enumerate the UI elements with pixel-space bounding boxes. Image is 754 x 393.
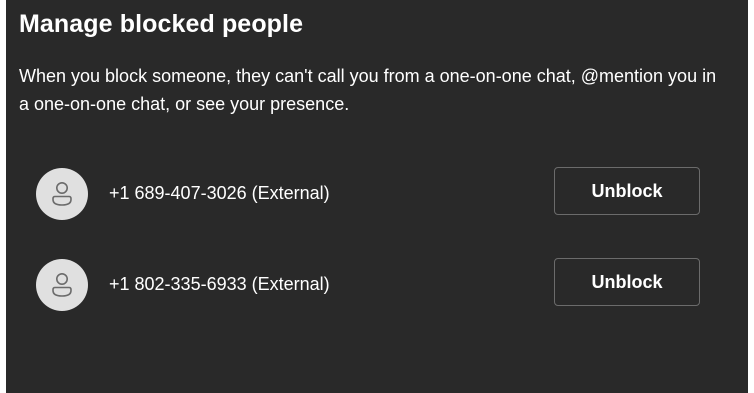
person-icon bbox=[52, 273, 72, 297]
page-title: Manage blocked people bbox=[19, 10, 304, 38]
blocked-contact-row: +1 802-335-6933 (External) Unblock bbox=[36, 258, 701, 311]
person-icon bbox=[52, 182, 72, 206]
avatar bbox=[36, 168, 88, 220]
unblock-button[interactable]: Unblock bbox=[554, 167, 700, 215]
manage-blocked-people-panel: Manage blocked people When you block som… bbox=[6, 0, 748, 393]
avatar bbox=[36, 259, 88, 311]
blocked-description: When you block someone, they can't call … bbox=[19, 66, 717, 114]
blocked-contact-number: +1 802-335-6933 (External) bbox=[109, 274, 330, 294]
blocked-contact-number: +1 689-407-3026 (External) bbox=[109, 183, 330, 203]
unblock-button[interactable]: Unblock bbox=[554, 258, 700, 306]
blocked-contact-row: +1 689-407-3026 (External) Unblock bbox=[36, 167, 701, 220]
